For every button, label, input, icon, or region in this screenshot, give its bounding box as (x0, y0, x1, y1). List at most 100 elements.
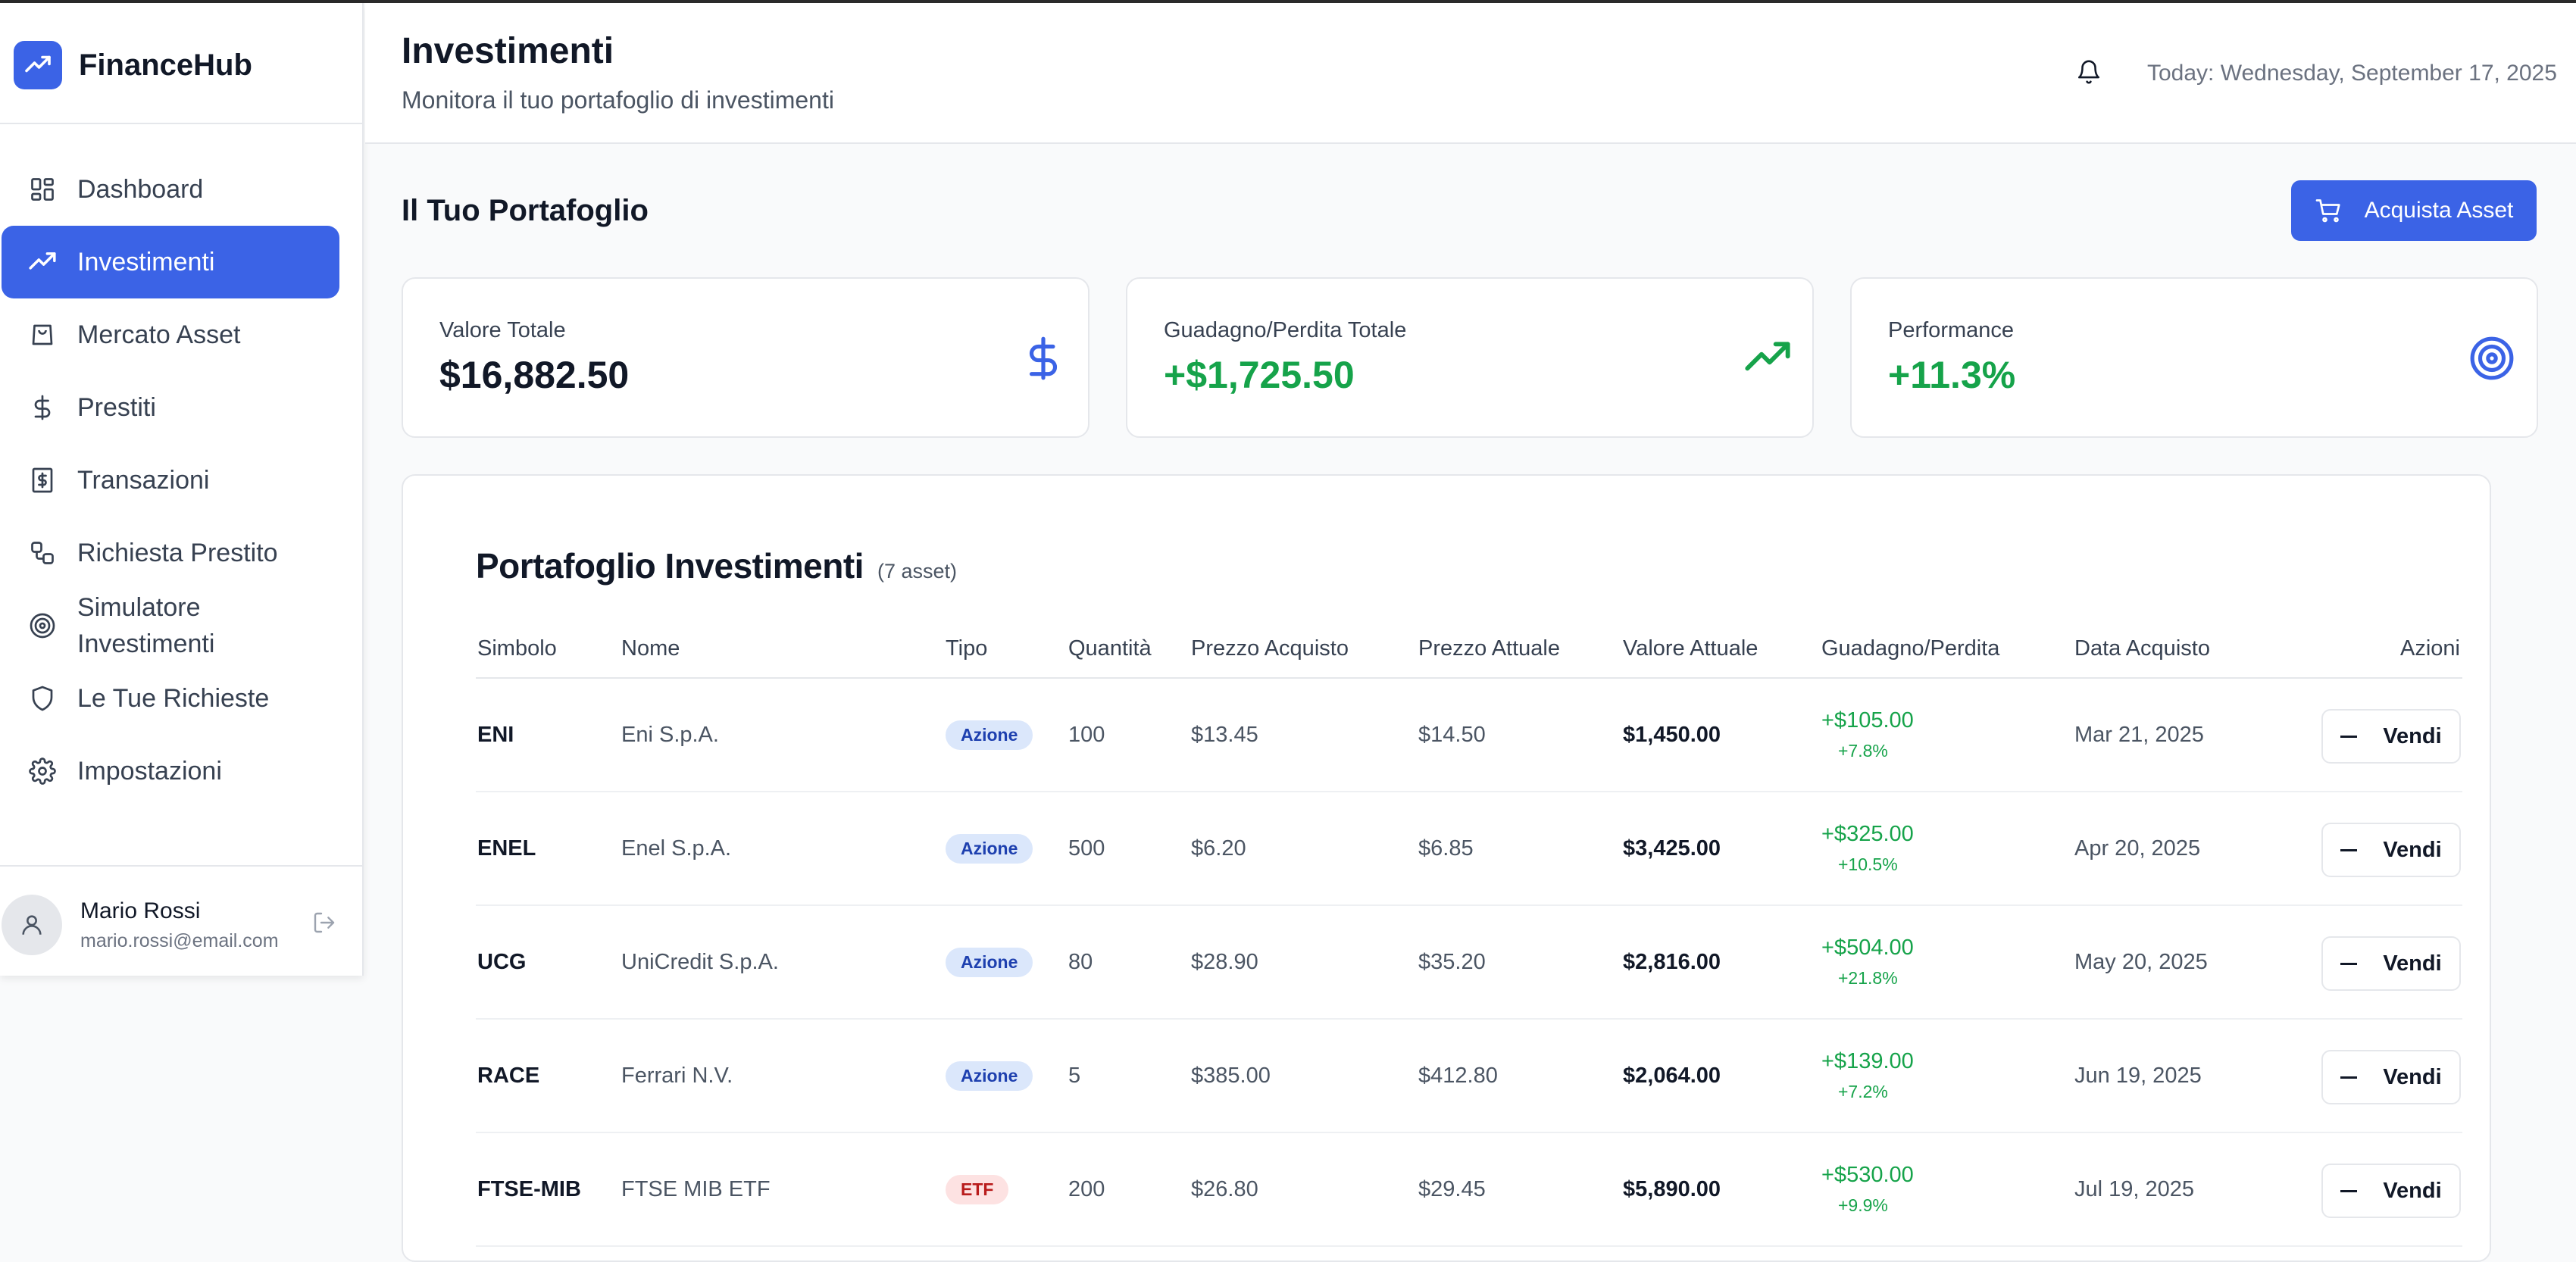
sell-label: Vendi (2383, 1178, 2442, 1203)
type-badge: Azione (946, 833, 1033, 864)
dashboard-icon (27, 174, 58, 205)
current-value-cell: $2,064.00 (1623, 1063, 1721, 1088)
divider (0, 865, 362, 867)
dollar-icon (27, 392, 58, 423)
brand-logo-icon (14, 41, 62, 89)
stat-value: +11.3% (1888, 354, 2016, 396)
shopping-bag-icon (27, 320, 58, 350)
gain-amount: +$325.00 (1821, 822, 1914, 846)
purchase-date-cell: Jun 19, 2025 (2074, 1063, 2202, 1088)
minus-icon (2340, 962, 2358, 965)
symbol-cell: RACE (477, 1063, 540, 1088)
asset-count: (7 asset) (877, 560, 957, 583)
logout-icon[interactable] (312, 911, 342, 941)
today-date: Today: Wednesday, September 17, 2025 (2147, 61, 2557, 86)
buy-price-cell: $28.90 (1191, 949, 1258, 974)
user-profile[interactable]: Mario Rossi mario.rossi@email.com (0, 891, 362, 959)
column-header[interactable]: Prezzo Attuale (1418, 636, 1560, 661)
type-badge: Azione (946, 720, 1033, 750)
sidebar-item-transazioni[interactable]: Transazioni (2, 444, 339, 517)
column-header[interactable]: Nome (621, 636, 680, 661)
minus-icon (2340, 735, 2358, 738)
sell-label: Vendi (2383, 723, 2442, 748)
symbol-cell: ENEL (477, 836, 536, 861)
table-row[interactable]: FTSE-MIB FTSE MIB ETF ETF 200 $26.80 $29… (476, 1133, 2462, 1247)
stat-card-total-value: Valore Totale $16,882.50 (402, 277, 1089, 438)
name-cell: Ferrari N.V. (621, 1063, 733, 1088)
sidebar-item-label: Le Tue Richieste (77, 684, 270, 713)
sidebar-item-impostazioni[interactable]: Impostazioni (2, 735, 339, 807)
table-row[interactable]: ENI Eni S.p.A. Azione 100 $13.45 $14.50 … (476, 679, 2462, 792)
buy-price-cell: $6.20 (1191, 836, 1246, 861)
sidebar-item-label: Prestiti (77, 393, 156, 422)
brand[interactable]: FinanceHub (14, 41, 252, 89)
sidebar-item-simulatore-investimenti[interactable]: Simulatore Investimenti (2, 589, 339, 662)
sell-button[interactable]: Vendi (2321, 1164, 2461, 1218)
gain-percent: +7.2% (1838, 1082, 1888, 1101)
sidebar-item-label: Impostazioni (77, 757, 222, 786)
column-header[interactable]: Valore Attuale (1623, 636, 1758, 661)
column-header[interactable]: Guadagno/Perdita (1821, 636, 1999, 661)
target-icon (27, 611, 58, 641)
name-cell: Enel S.p.A. (621, 836, 732, 861)
type-cell: Azione (946, 792, 1033, 904)
page-title: Investimenti (402, 31, 614, 71)
table-title: Portafoglio Investimenti (7 asset) (476, 545, 957, 586)
current-value-cell: $2,816.00 (1623, 949, 1721, 974)
column-header: Azioni (2400, 636, 2460, 661)
gain-loss-cell: +$504.00 +21.8% (1821, 906, 1914, 1018)
table-row[interactable]: RACE Ferrari N.V. Azione 5 $385.00 $412.… (476, 1020, 2462, 1133)
current-value-cell: $3,425.00 (1623, 836, 1721, 861)
minus-icon (2340, 848, 2358, 851)
bell-icon[interactable] (2076, 59, 2105, 88)
name-cell: UniCredit S.p.A. (621, 949, 779, 974)
sidebar-item-investimenti[interactable]: Investimenti (2, 226, 339, 298)
column-header[interactable]: Tipo (946, 636, 987, 661)
gain-percent: +21.8% (1838, 968, 1898, 988)
shield-icon (27, 683, 58, 714)
quantity-cell: 100 (1068, 722, 1105, 747)
target-icon (2465, 332, 2518, 385)
column-header[interactable]: Quantità (1068, 636, 1152, 661)
table-row[interactable]: UCG UniCredit S.p.A. Azione 80 $28.90 $3… (476, 906, 2462, 1020)
sell-button[interactable]: Vendi (2321, 936, 2461, 991)
buy-asset-label: Acquista Asset (2364, 198, 2514, 223)
gain-loss-cell: +$105.00 +7.8% (1821, 679, 1914, 791)
stat-label: Guadagno/Perdita Totale (1164, 318, 1407, 342)
type-cell: Azione (946, 1020, 1033, 1132)
gear-icon (27, 756, 58, 786)
sidebar-item-mercato-asset[interactable]: Mercato Asset (2, 298, 339, 371)
type-cell: Azione (946, 679, 1033, 791)
table-header: Simbolo Nome Tipo Quantità Prezzo Acquis… (476, 620, 2462, 679)
buy-asset-button[interactable]: Acquista Asset (2291, 180, 2537, 241)
sell-label: Vendi (2383, 951, 2442, 976)
user-name: Mario Rossi (80, 898, 201, 923)
gain-amount: +$504.00 (1821, 936, 1914, 960)
stat-label: Performance (1888, 318, 2015, 342)
sidebar-item-label: Simulatore Investimenti (77, 593, 215, 658)
current-price-cell: $14.50 (1418, 722, 1486, 747)
sell-label: Vendi (2383, 837, 2442, 862)
type-badge: Azione (946, 947, 1033, 977)
quantity-cell: 5 (1068, 1063, 1081, 1088)
quantity-cell: 80 (1068, 949, 1093, 974)
sidebar-item-le-tue-richieste[interactable]: Le Tue Richieste (2, 662, 339, 735)
sidebar-item-richiesta-prestito[interactable]: Richiesta Prestito (2, 517, 339, 589)
sidebar-item-dashboard[interactable]: Dashboard (2, 153, 339, 226)
avatar (2, 895, 62, 955)
column-header[interactable]: Prezzo Acquisto (1191, 636, 1349, 661)
table-row[interactable]: ENEL Enel S.p.A. Azione 500 $6.20 $6.85 … (476, 792, 2462, 906)
sell-button[interactable]: Vendi (2321, 1050, 2461, 1104)
workflow-icon (27, 538, 58, 568)
sell-button[interactable]: Vendi (2321, 823, 2461, 877)
column-header[interactable]: Simbolo (477, 636, 557, 661)
sidebar-item-label: Richiesta Prestito (77, 539, 278, 567)
gain-amount: +$105.00 (1821, 708, 1914, 733)
current-price-cell: $35.20 (1418, 949, 1486, 974)
sidebar-item-prestiti[interactable]: Prestiti (2, 371, 339, 444)
column-header[interactable]: Data Acquisto (2074, 636, 2210, 661)
buy-price-cell: $13.45 (1191, 722, 1258, 747)
sell-button[interactable]: Vendi (2321, 709, 2461, 764)
shopping-cart-icon (2315, 197, 2342, 224)
stat-value: $16,882.50 (439, 354, 630, 396)
